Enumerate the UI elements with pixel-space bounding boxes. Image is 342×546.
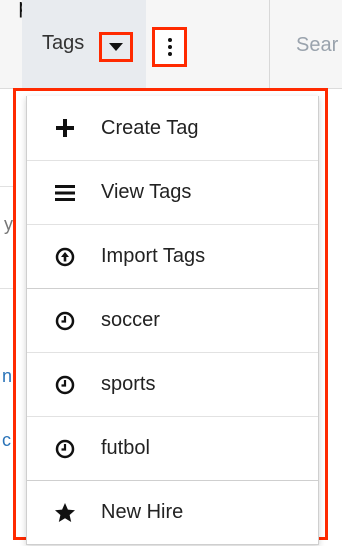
background-link-fragment[interactable]: n xyxy=(2,366,12,387)
menu-item-label: soccer xyxy=(101,309,160,331)
background-link-fragment[interactable]: c xyxy=(2,430,11,451)
import-icon xyxy=(51,243,79,271)
menu-item-view-tags[interactable]: View Tags xyxy=(27,160,318,224)
menu-item-label: View Tags xyxy=(101,181,192,203)
kebab-dot xyxy=(167,45,172,49)
menu-item-label: futbol xyxy=(101,437,150,459)
kebab-dot xyxy=(167,38,172,42)
tags-dropdown-menu: Create Tag View Tags Import Tags soccer xyxy=(13,88,328,545)
list-icon xyxy=(51,179,79,207)
menu-item-label: Import Tags xyxy=(101,245,206,267)
background-divider xyxy=(0,288,13,289)
clock-icon xyxy=(51,371,79,399)
menu-list: Create Tag View Tags Import Tags soccer xyxy=(26,96,319,545)
background-text-fragment: y xyxy=(4,214,13,234)
plus-icon xyxy=(51,114,79,142)
menu-item-import-tags[interactable]: Import Tags xyxy=(27,224,318,288)
menu-item-label: sports xyxy=(101,373,156,395)
clock-icon xyxy=(51,307,79,335)
tags-dropdown-button[interactable] xyxy=(99,32,133,62)
menu-item-label: Create Tag xyxy=(101,116,199,139)
caret-down-icon xyxy=(109,43,123,51)
tags-label: Tags xyxy=(42,32,85,54)
background-divider xyxy=(0,186,13,187)
clock-icon xyxy=(51,435,79,463)
header-divider xyxy=(269,0,270,88)
menu-item-label: New Hire xyxy=(101,501,184,523)
kebab-dot xyxy=(167,52,172,56)
menu-item-favorite-tag[interactable]: New Hire xyxy=(27,480,318,544)
menu-item-recent-tag[interactable]: sports xyxy=(27,352,318,416)
star-icon xyxy=(51,499,79,527)
menu-item-create-tag[interactable]: Create Tag xyxy=(27,96,318,160)
menu-item-recent-tag[interactable]: soccer xyxy=(27,288,318,352)
more-actions-button[interactable] xyxy=(152,27,187,67)
search-input[interactable]: Sear xyxy=(296,34,338,57)
menu-item-recent-tag[interactable]: futbol xyxy=(27,416,318,480)
